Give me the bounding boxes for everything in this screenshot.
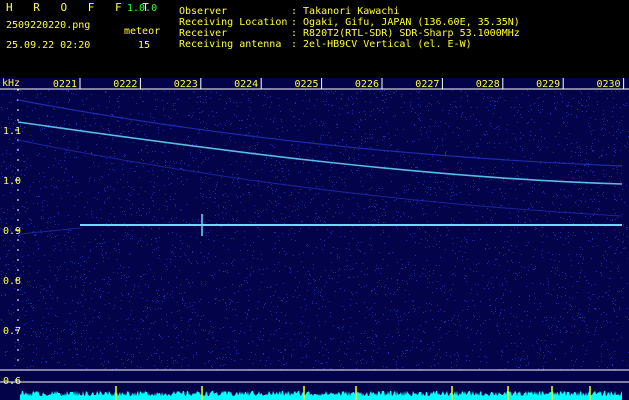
time-label-0223: 0223 [174,79,198,90]
meteor-label: meteor [124,26,161,37]
unit-label: kHz [2,78,20,89]
freq-label-0.7: 0.7 [3,326,21,337]
freq-label-1.1: 1.1 [3,126,21,137]
freq-label-0.8: 0.8 [3,276,21,287]
time-label-0224: 0224 [234,79,258,90]
meteor-count: 15 [138,40,151,51]
freq-label-1.0: 1.0 [3,176,21,187]
observation-datetime: 25.09.22 02:20 [6,40,91,51]
time-label-0226: 0226 [355,79,379,90]
antenna-value: : 2el-HB9CV Vertical (el. E-W) [291,39,472,50]
spectrogram: 0221 0222 0223 0224 0225 0226 0227 0228 0229 0230… [0,78,629,400]
plot-background [0,78,629,400]
time-label-0229: 0229 [536,79,560,90]
time-label-0228: 0228 [476,79,500,90]
freq-label-0.9: 0.9 [3,226,21,237]
time-label-0222: 0222 [113,79,137,90]
time-label-0227: 0227 [415,79,439,90]
time-label-0221: 0221 [53,79,77,90]
time-label-0230: 0230 [597,79,621,90]
time-label-0225: 0225 [295,79,319,90]
app-version: 1.0.0 [127,3,158,14]
file-name: 2509220220.png [6,20,91,31]
header-panel: H R O F F T 1.0.0 2509220220.png meteor … [0,0,629,78]
antenna-label: Receiving antenna [179,39,282,50]
